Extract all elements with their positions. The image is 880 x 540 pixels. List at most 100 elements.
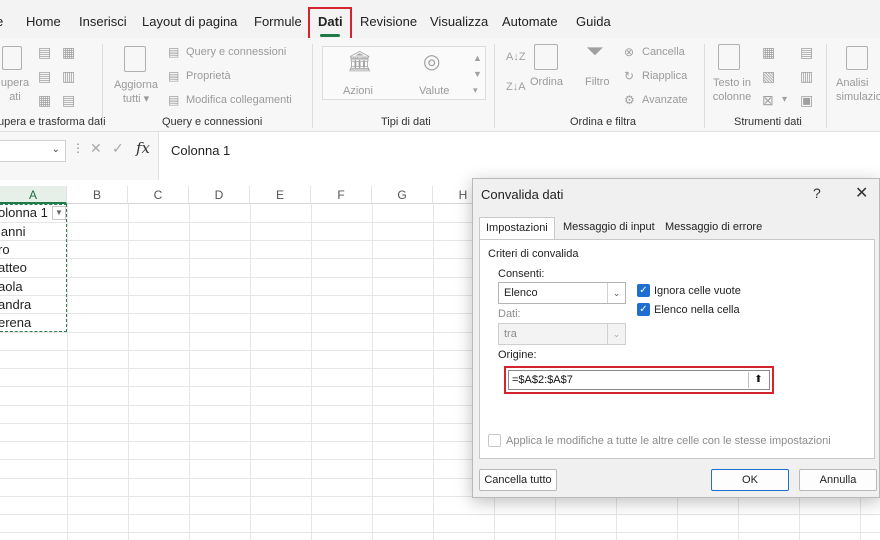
collapse-dialog-icon[interactable]: ⬆ xyxy=(748,372,768,388)
cancella-button[interactable]: Cancella xyxy=(642,46,685,58)
group-label-query: Query e connessioni xyxy=(162,116,263,128)
group-separator xyxy=(494,44,495,128)
ordina-button[interactable]: Ordina xyxy=(530,76,563,88)
sort-az-icon[interactable]: A↓Z xyxy=(506,50,526,64)
column-header-d[interactable]: D xyxy=(189,186,250,204)
database-icon xyxy=(2,46,22,70)
tab-dati-highlight xyxy=(308,7,352,41)
apply-all-label: Applica le modifiche a tutte le altre ce… xyxy=(506,435,831,447)
column-header-c[interactable]: C xyxy=(128,186,189,204)
data-validation-icon[interactable]: ▧ xyxy=(762,69,775,83)
settings-panel: Criteri di convalida Consenti: Elenco ⌄ … xyxy=(479,239,875,459)
recent-sources-icon[interactable]: ▥ xyxy=(62,69,75,83)
analisi-simulazione-button[interactable]: Analisi simulazio xyxy=(836,76,880,104)
origine-input[interactable]: =$A$2:$A$7 ⬆ xyxy=(508,370,770,390)
modifica-collegamenti-button[interactable]: Modifica collegamenti xyxy=(186,94,292,106)
reapply-icon: ↻ xyxy=(624,69,635,83)
column-header-g[interactable]: G xyxy=(372,186,433,204)
name-box-dropdown-icon[interactable]: ⌄ xyxy=(52,144,60,155)
column-header-b[interactable]: B xyxy=(67,186,128,204)
close-icon[interactable]: ✕ xyxy=(855,183,868,203)
tab-impostazioni[interactable]: Impostazioni xyxy=(479,217,555,240)
tab-messaggio-input[interactable]: Messaggio di input xyxy=(557,217,661,239)
tab-file-partial[interactable]: e xyxy=(0,14,3,29)
from-table-icon[interactable]: ▦ xyxy=(38,93,51,107)
column-header-f[interactable]: F xyxy=(311,186,372,204)
valute-button[interactable]: Valute xyxy=(419,85,449,97)
cancella-tutto-button[interactable]: Cancella tutto xyxy=(479,469,557,491)
bank-icon: 🏛 xyxy=(347,51,373,73)
edit-links-icon: ▤ xyxy=(168,93,180,107)
copy-selection-marquee xyxy=(0,204,67,332)
testo-in-colonne-button[interactable]: Testo in colonne xyxy=(708,76,756,104)
sort-icon xyxy=(534,44,558,70)
formula-input[interactable]: Colonna 1 xyxy=(158,132,880,180)
tab-messaggio-errore[interactable]: Messaggio di errore xyxy=(659,217,768,239)
elenco-nella-cella-checkbox[interactable]: ✓ xyxy=(637,303,650,316)
relationships-icon[interactable]: ⊠ xyxy=(762,93,774,107)
gallery-up-icon[interactable]: ▲ xyxy=(473,51,482,65)
ignora-celle-vuote-checkbox[interactable]: ✓ xyxy=(637,284,650,297)
remove-duplicates-icon[interactable]: ▤ xyxy=(800,45,813,59)
consolidate-icon[interactable]: ▥ xyxy=(800,69,813,83)
azioni-button[interactable]: Azioni xyxy=(343,85,373,97)
tab-guida[interactable]: Guida xyxy=(576,14,611,29)
column-header-a[interactable]: A xyxy=(0,186,67,204)
gallery-down-icon[interactable]: ▼ xyxy=(473,67,482,81)
column-header-e[interactable]: E xyxy=(250,186,311,204)
tab-inserisci[interactable]: Inserisci xyxy=(79,14,127,29)
tab-layout-di-pagina[interactable]: Layout di pagina xyxy=(142,14,237,29)
existing-connections-icon[interactable]: ▤ xyxy=(62,93,75,107)
sort-za-icon[interactable]: Z↓A xyxy=(506,80,526,94)
flash-fill-icon[interactable]: ▦ xyxy=(762,45,775,59)
avanzate-button[interactable]: Avanzate xyxy=(642,94,688,106)
riapplica-button[interactable]: Riapplica xyxy=(642,70,687,82)
grid-line xyxy=(311,204,312,540)
enter-icon[interactable]: ✓ xyxy=(112,140,124,157)
cancel-icon[interactable]: ✕ xyxy=(90,140,102,157)
tab-home[interactable]: Home xyxy=(26,14,61,29)
tab-visualizza[interactable]: Visualizza xyxy=(430,14,488,29)
query-connessioni-button[interactable]: Query e connessioni xyxy=(186,46,286,58)
consenti-value: Elenco xyxy=(504,287,538,299)
help-icon[interactable]: ? xyxy=(813,185,821,201)
annulla-button[interactable]: Annulla xyxy=(799,469,877,491)
filtro-button[interactable]: Filtro xyxy=(585,76,609,88)
refresh-all-icon xyxy=(124,46,146,72)
dati-select[interactable]: tra ⌄ xyxy=(498,323,626,345)
recupera-label-2: ati xyxy=(9,91,21,103)
apply-all-checkbox[interactable] xyxy=(488,434,501,447)
file-text-icon[interactable]: ▤ xyxy=(38,45,51,59)
group-label-tipi: Tipi di dati xyxy=(381,116,431,128)
dati-label: Dati: xyxy=(498,308,521,320)
tab-formule[interactable]: Formule xyxy=(254,14,302,29)
function-icon[interactable]: fx xyxy=(136,139,150,157)
grid-line xyxy=(67,204,68,540)
ok-button[interactable]: OK xyxy=(711,469,789,491)
proprieta-button[interactable]: Proprietà xyxy=(186,70,231,82)
criteria-title: Criteri di convalida xyxy=(488,248,579,260)
tab-automate[interactable]: Automate xyxy=(502,14,558,29)
group-separator xyxy=(312,44,313,128)
group-label-recupera: upera e trasforma dati xyxy=(0,116,106,128)
tab-revisione[interactable]: Revisione xyxy=(360,14,417,29)
table-range-icon[interactable]: ▦ xyxy=(62,45,75,59)
aggiorna-label-1: Aggiorna xyxy=(113,79,159,91)
from-web-icon[interactable]: ▤ xyxy=(38,69,51,83)
consenti-select[interactable]: Elenco ⌄ xyxy=(498,282,626,304)
origine-value: =$A$2:$A$7 xyxy=(512,374,573,386)
data-model-icon[interactable]: ▣ xyxy=(800,93,813,107)
filter-icon: ⏷ xyxy=(586,38,604,63)
analisi-label-2: simulazio xyxy=(836,91,880,103)
recupera-button[interactable]: upera ati xyxy=(0,76,32,104)
name-box[interactable]: ⌄ xyxy=(0,140,66,162)
more-options-icon[interactable]: ⋮ xyxy=(72,141,84,155)
aggiorna-tutti-button[interactable]: Aggiorna tutti ▾ xyxy=(108,78,164,106)
group-separator xyxy=(826,44,827,128)
gallery-more-icon[interactable]: ▾ xyxy=(473,83,478,97)
chevron-down-icon[interactable]: ▾ xyxy=(782,93,787,107)
analisi-label-1: Analisi xyxy=(836,77,869,89)
chevron-down-icon: ⌄ xyxy=(607,283,625,303)
currency-icon: ◎ xyxy=(423,51,441,73)
what-if-icon xyxy=(846,46,868,70)
